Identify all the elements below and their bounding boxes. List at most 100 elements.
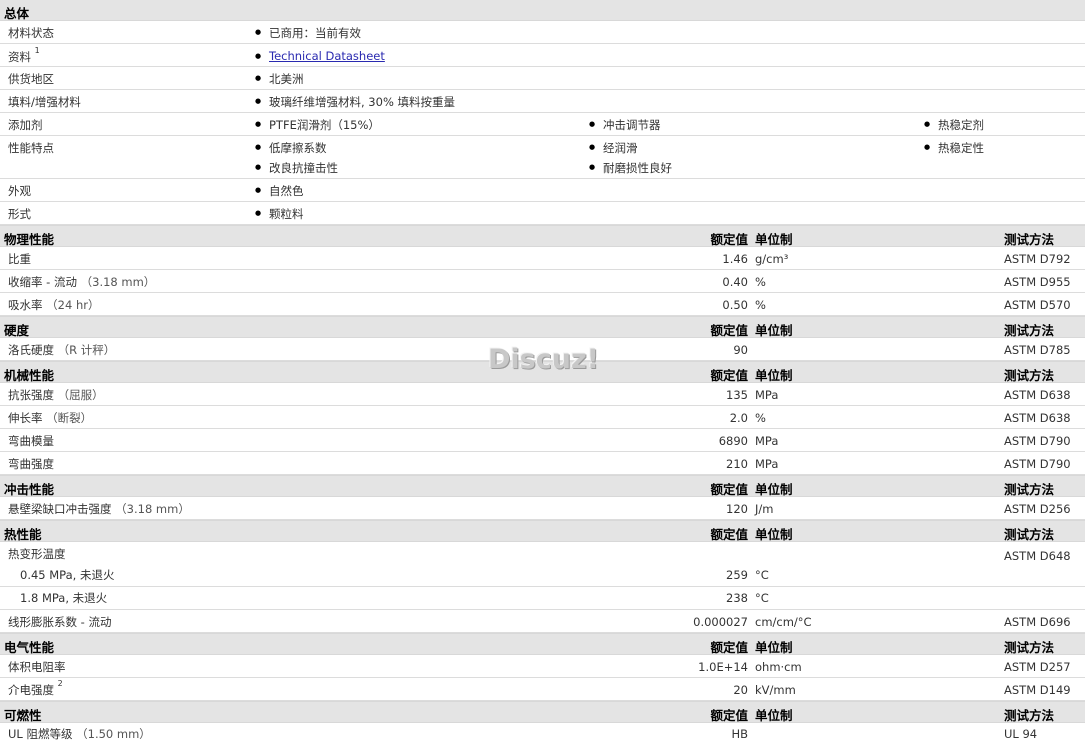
row-value: 0.40 xyxy=(722,275,748,289)
col-header-unit: 单位制 xyxy=(755,368,793,383)
row-unit: g/cm³ xyxy=(755,252,789,266)
section-flammability-header: 可燃性 额定值 单位制 测试方法 xyxy=(0,701,1085,723)
row-label: 0.45 MPa, 未退火 xyxy=(20,568,115,582)
row-hdt-045: 0.45 MPa, 未退火 259 °C xyxy=(0,564,1085,586)
row-label: 伸长率 （断裂） xyxy=(8,411,93,425)
row-label: 外观 xyxy=(8,184,31,198)
row-method: ASTM D257 xyxy=(1004,660,1071,674)
row-label: 形式 xyxy=(8,207,31,221)
row-hdt: 热变形温度 ASTM D648 0.45 MPa, 未退火 259 °C xyxy=(0,542,1085,587)
col-header-value: 额定值 xyxy=(710,482,748,497)
row-filler: 填料/增强材料 玻璃纤维增强材料, 30% 填料按重量 xyxy=(0,90,1085,113)
row-unit: ohm·cm xyxy=(755,660,802,674)
row-value: 1.46 xyxy=(722,252,748,266)
row-label: 收缩率 - 流动 （3.18 mm） xyxy=(8,275,156,289)
col-header-unit: 单位制 xyxy=(755,482,793,497)
row-material-status: 材料状态 已商用：当前有效 xyxy=(0,21,1085,44)
row-flexural-modulus: 弯曲模量 6890 MPa ASTM D790 xyxy=(0,429,1085,452)
bullet-item: 低摩擦系数 xyxy=(255,140,326,156)
row-form: 形式 颗粒料 xyxy=(0,202,1085,225)
row-availability: 供货地区 北美洲 xyxy=(0,67,1085,90)
row-label: 材料状态 xyxy=(8,26,54,40)
row-value: 1.0E+14 xyxy=(698,660,748,674)
section-title: 硬度 xyxy=(4,323,30,338)
bullet-item: 热稳定性 xyxy=(924,140,984,156)
section-title: 热性能 xyxy=(4,527,42,542)
bullet-item: Technical Datasheet xyxy=(255,49,385,63)
section-hardness-header: 硬度 额定值 单位制 测试方法 xyxy=(0,316,1085,338)
row-dielectric-strength: 介电强度 2 20 kV/mm ASTM D149 xyxy=(0,678,1085,701)
row-appearance: 外观 自然色 xyxy=(0,179,1085,202)
row-unit: MPa xyxy=(755,434,779,448)
col-header-method: 测试方法 xyxy=(1004,368,1055,383)
row-value: 210 xyxy=(726,457,748,471)
row-water-absorption: 吸水率 （24 hr） 0.50 % ASTM D570 xyxy=(0,293,1085,316)
row-izod-impact: 悬壁梁缺口冲击强度 （3.18 mm） 120 J/m ASTM D256 xyxy=(0,497,1085,520)
row-label: 弯曲模量 xyxy=(8,434,54,448)
bullet-item: 改良抗撞击性 xyxy=(255,160,338,176)
col-header-unit: 单位制 xyxy=(755,640,793,655)
row-value: 0.50 xyxy=(722,298,748,312)
section-title: 机械性能 xyxy=(4,368,55,383)
discuz-watermark: Discuz! xyxy=(488,344,599,375)
row-label: UL 阻燃等级 （1.50 mm） xyxy=(8,727,151,741)
row-value: 259 xyxy=(726,568,748,582)
section-physical-header: 物理性能 额定值 单位制 测试方法 xyxy=(0,225,1085,247)
col-header-value: 额定值 xyxy=(710,708,748,723)
row-value: 20 xyxy=(733,683,748,697)
row-label: 添加剂 xyxy=(8,118,43,132)
row-unit: MPa xyxy=(755,457,779,471)
row-method: ASTM D792 xyxy=(1004,252,1071,266)
section-title: 总体 xyxy=(4,6,30,21)
row-value: 0.000027 xyxy=(693,615,748,629)
section-title: 冲击性能 xyxy=(4,482,55,497)
row-unit: J/m xyxy=(755,502,774,516)
col-header-unit: 单位制 xyxy=(755,323,793,338)
row-value: 238 xyxy=(726,591,748,605)
row-method: ASTM D149 xyxy=(1004,683,1071,697)
section-impact-header: 冲击性能 额定值 单位制 测试方法 xyxy=(0,475,1085,497)
row-label: 比重 xyxy=(8,252,31,266)
row-method: ASTM D648 xyxy=(1004,549,1071,563)
row-label: 资料 1 xyxy=(8,46,40,64)
col-header-method: 测试方法 xyxy=(1004,527,1055,542)
bullet-item: PTFE润滑剂（15%） xyxy=(255,117,380,133)
row-method: ASTM D638 xyxy=(1004,388,1071,402)
row-unit: % xyxy=(755,275,766,289)
bullet-item: 经润滑 xyxy=(589,140,637,156)
col-header-unit: 单位制 xyxy=(755,232,793,247)
col-header-unit: 单位制 xyxy=(755,708,793,723)
row-ul-rating: UL 阻燃等级 （1.50 mm） HB UL 94 xyxy=(0,723,1085,745)
section-general-header: 总体 xyxy=(0,0,1085,21)
section-thermal-header: 热性能 额定值 单位制 测试方法 xyxy=(0,520,1085,542)
row-method: ASTM D256 xyxy=(1004,502,1071,516)
row-unit: % xyxy=(755,298,766,312)
row-method: ASTM D570 xyxy=(1004,298,1071,312)
row-value: HB xyxy=(731,727,748,741)
col-header-value: 额定值 xyxy=(710,323,748,338)
col-header-method: 测试方法 xyxy=(1004,708,1055,723)
row-additive: 添加剂 PTFE润滑剂（15%） 冲击调节器 热稳定剂 xyxy=(0,113,1085,136)
row-method: ASTM D696 xyxy=(1004,615,1071,629)
row-method: ASTM D955 xyxy=(1004,275,1071,289)
row-label: 悬壁梁缺口冲击强度 （3.18 mm） xyxy=(8,502,190,516)
row-unit: cm/cm/°C xyxy=(755,615,812,629)
bullet-item: 玻璃纤维增强材料, 30% 填料按重量 xyxy=(255,94,455,110)
section-title: 电气性能 xyxy=(4,640,55,655)
row-literature: 资料 1 Technical Datasheet xyxy=(0,44,1085,67)
row-tensile-strength: 抗张强度 （屈服） 135 MPa ASTM D638 xyxy=(0,383,1085,406)
col-header-method: 测试方法 xyxy=(1004,482,1055,497)
bullet-item: 北美洲 xyxy=(255,71,303,87)
row-label: 性能特点 xyxy=(8,141,54,155)
row-label: 吸水率 （24 hr） xyxy=(8,298,100,312)
technical-datasheet-link[interactable]: Technical Datasheet xyxy=(269,49,385,63)
row-specific-gravity: 比重 1.46 g/cm³ ASTM D792 xyxy=(0,247,1085,270)
col-header-method: 测试方法 xyxy=(1004,323,1055,338)
row-volume-resistivity: 体积电阻率 1.0E+14 ohm·cm ASTM D257 xyxy=(0,655,1085,678)
row-unit: MPa xyxy=(755,388,779,402)
col-header-value: 额定值 xyxy=(710,232,748,247)
row-method: ASTM D785 xyxy=(1004,343,1071,357)
row-label: 线形膨胀系数 - 流动 xyxy=(8,615,112,629)
row-unit: °C xyxy=(755,568,769,582)
col-header-value: 额定值 xyxy=(710,368,748,383)
